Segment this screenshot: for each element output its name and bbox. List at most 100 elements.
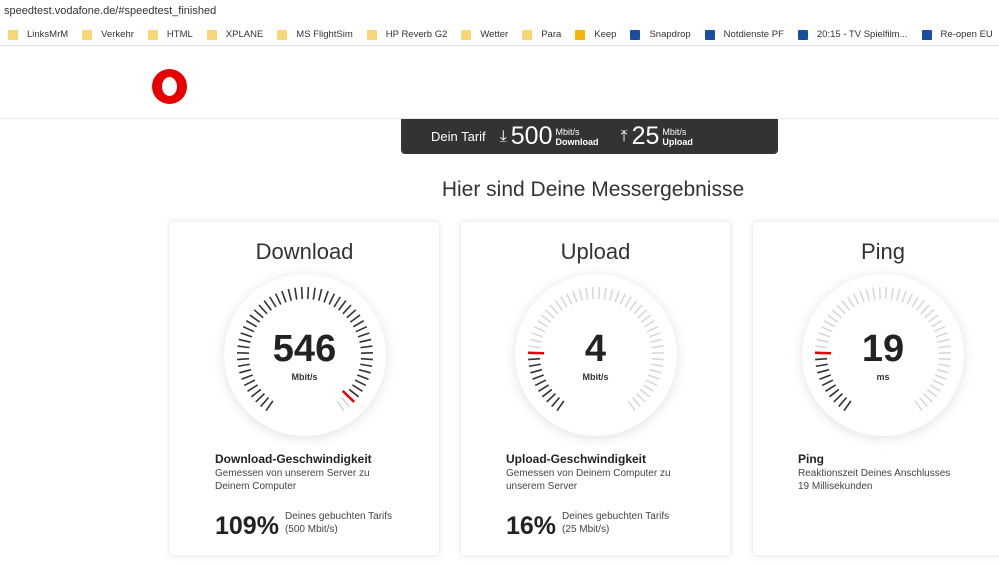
gauge-unit: Mbit/s — [291, 372, 318, 382]
upload-icon: ⤒ — [620, 127, 628, 145]
snapdrop-icon — [630, 29, 641, 40]
site-icon — [797, 29, 808, 40]
gauge-tick — [259, 396, 269, 408]
gauge-tick — [901, 290, 907, 303]
card-title: Upload — [560, 239, 631, 264]
gauge-tick — [555, 400, 565, 412]
keep-icon — [575, 29, 586, 40]
gauge-tick — [918, 396, 928, 408]
folder-icon — [8, 29, 18, 40]
folder-icon — [522, 29, 533, 40]
results-heading: Hier sind Deine Messergebnisse — [441, 178, 745, 201]
bookmark-item[interactable]: Notdienste PF — [704, 29, 784, 40]
gauge-tick — [642, 384, 654, 392]
desc-line: unserem Server — [506, 481, 578, 492]
percent-label: (500 Mbit/s) — [284, 524, 338, 535]
gauge-tick — [349, 314, 360, 323]
percent-label: (25 Mbit/s) — [562, 524, 610, 535]
desc-line: Gemessen von Deinem Computer zu — [506, 468, 671, 479]
bookmark-label: HP Reverb G2 — [385, 29, 448, 40]
bookmark-label: Keep — [594, 29, 617, 40]
desc-title: Upload-Geschwindigkeit — [506, 452, 647, 466]
percent-label: Deines gebuchten Tarifs — [562, 511, 670, 522]
eu-flag-icon — [921, 29, 932, 40]
gauge-tick — [341, 304, 352, 315]
bookmark-item[interactable]: MS FlightSim — [277, 29, 353, 40]
folder-icon — [277, 29, 288, 40]
bookmark-label: XPLANE — [225, 29, 264, 40]
gauge-tick — [618, 293, 626, 305]
gauge-tick — [544, 309, 555, 319]
bookmark-item[interactable]: XPLANE — [206, 29, 264, 40]
bookmark-item[interactable]: Keep — [575, 29, 616, 40]
tarif-banner: Dein Tarif ⤓ 500 Mbit/s Download ⤒ 25 Mbi… — [401, 119, 778, 154]
gauge-tick — [545, 393, 556, 403]
bookmark-item[interactable]: Verkehr — [82, 29, 134, 40]
gauge-tick — [920, 304, 930, 315]
bookmark-label: HTML — [166, 29, 193, 40]
gauge-tick — [540, 314, 551, 323]
folder-icon — [206, 29, 217, 40]
vodafone-logo[interactable] — [152, 69, 187, 104]
desc-line: Gemessen von unserem Server zu — [215, 468, 370, 479]
bookmark-item[interactable]: 20:15 - TV Spielfilm... — [797, 29, 908, 40]
gauge-tick — [584, 287, 588, 300]
gauge-tick — [300, 287, 303, 300]
gauge-tick — [548, 304, 559, 315]
gauge-tick — [550, 396, 560, 408]
tarif-percent: 16% — [506, 512, 557, 540]
gauge-tick — [254, 393, 265, 403]
bookmark-label: Wetter — [480, 29, 509, 40]
gauge-tick — [823, 320, 836, 328]
bookmark-label: Notdienste PF — [723, 29, 784, 40]
folder-icon — [147, 29, 158, 40]
gauge-tick — [635, 393, 646, 403]
gauge-tick — [914, 400, 923, 412]
gauge-tick — [337, 300, 347, 311]
gauge-tick — [249, 314, 260, 323]
gauge-tick — [262, 300, 272, 311]
gauge-tick — [536, 320, 548, 328]
gauge-tick — [838, 396, 848, 408]
gauge-tick — [608, 288, 613, 301]
bookmark-item[interactable]: LinksMrM — [8, 29, 68, 40]
gauge-value: 546 — [272, 328, 337, 370]
gauge-tick — [348, 388, 359, 398]
gauge-tick — [825, 384, 837, 392]
gauge-tick — [340, 396, 350, 408]
gauge-tick — [632, 304, 643, 315]
bookmark-item[interactable]: Wetter — [461, 29, 508, 40]
gauge-tick — [327, 293, 335, 305]
bookmark-item[interactable]: Para — [522, 29, 561, 40]
desc-line: 19 Millisekunden — [798, 481, 873, 492]
gauge-tick — [927, 314, 939, 323]
gauge-tick — [597, 287, 600, 300]
gauge-tick — [565, 293, 573, 305]
gauge-tick — [906, 293, 914, 305]
bookmark-item[interactable]: Snapdrop — [630, 29, 691, 40]
bookmark-item[interactable]: HTML — [147, 29, 193, 40]
gauge-tick — [541, 388, 552, 398]
bookmark-item[interactable]: HP Reverb G2 — [366, 29, 448, 40]
bookmarks-bar: LinksMrM Verkehr HTML XPLANE MS FlightSim HP … — [0, 24, 999, 46]
tarif-download-label: Download — [555, 136, 599, 147]
tarif-download-unit: Mbit/s — [555, 126, 580, 137]
site-header — [0, 47, 999, 119]
gauge-tick — [623, 296, 632, 308]
gauge-tick — [626, 400, 636, 412]
gauge-tick — [930, 320, 943, 328]
address-bar[interactable]: speedtest.vodafone.de/#speedtest_finishe… — [0, 0, 999, 24]
gauge-tick — [306, 287, 309, 300]
gauge-tick — [831, 309, 842, 319]
desc-line: Deinem Computer — [215, 481, 297, 492]
gauge-tick — [287, 288, 292, 301]
gauge-tick — [833, 393, 844, 403]
gauge-tick — [865, 288, 871, 301]
folder-icon — [461, 29, 472, 40]
gauge-tick — [872, 287, 876, 300]
desc-title: Download-Geschwindigkeit — [215, 452, 372, 466]
gauge-tick — [345, 309, 356, 319]
ping-card: Ping 19 ms Ping Reaktionszeit Deines Ans… — [753, 222, 999, 555]
bookmark-item[interactable]: Re-open EU — [921, 29, 993, 40]
gauge-tick — [884, 287, 888, 300]
